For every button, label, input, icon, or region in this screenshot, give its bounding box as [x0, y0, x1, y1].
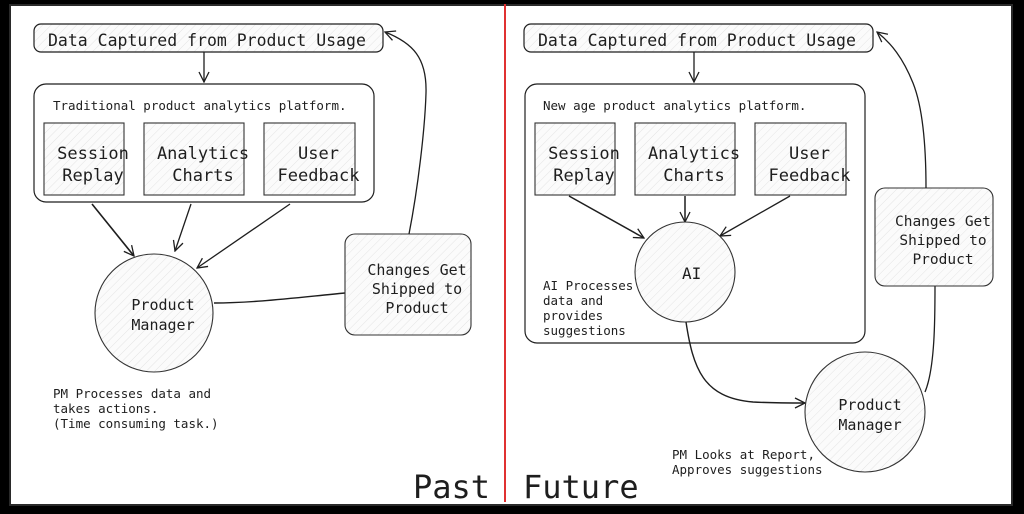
past-tool-session-replay: Session Replay [53, 143, 133, 187]
tool-label-line1: Analytics [647, 144, 741, 164]
note-line2: takes actions. [53, 401, 159, 416]
pm-label-line1: Product [838, 396, 902, 414]
future-tool-session-replay: Session Replay [544, 143, 624, 187]
past-section-label: Past [413, 468, 491, 506]
note-line1: PM Looks at Report, [672, 447, 815, 462]
future-platform-label: New age product analytics platform. [543, 98, 807, 113]
tool-label-line2: Feedback [277, 166, 360, 186]
future-pm-note: PM Looks at Report, Approves suggestions [672, 447, 823, 477]
note-line2: Approves suggestions [672, 462, 823, 477]
ship-label-line1: Changes Get [894, 214, 992, 230]
past-pm-label: Product Manager [103, 295, 223, 335]
future-pm-label: Product Manager [810, 395, 930, 435]
future-section-label: Future [523, 468, 639, 506]
past-pm-to-ship-connector [213, 292, 346, 304]
past-ship-label: Changes Get Shipped to Product [354, 261, 480, 318]
tool-label-line1: User [298, 144, 339, 164]
tool-label-line2: Replay [553, 166, 615, 186]
future-tool-analytics-charts: Analytics Charts [644, 143, 744, 187]
diagram-canvas: Data Captured from Product Usage Traditi… [9, 4, 1013, 506]
past-pm-note: PM Processes data and takes actions. (Ti… [53, 386, 219, 431]
past-tool-analytics-charts: Analytics Charts [153, 143, 253, 187]
future-pm-to-ship-connector [924, 284, 936, 393]
ship-label-line3: Product [912, 252, 974, 268]
past-ship-to-source-arrow [385, 32, 427, 235]
ship-label-line3: Product [385, 299, 449, 317]
tool-label-line2: Replay [62, 166, 124, 186]
future-tool-user-feedback: User Feedback [764, 143, 855, 187]
ship-label-line1: Changes Get [367, 261, 467, 279]
tool-label-line1: User [789, 144, 830, 164]
ship-label-line2: Shipped to [899, 233, 987, 249]
pm-label-line1: Product [131, 296, 195, 314]
past-arrow-charts-to-pm [175, 203, 192, 251]
tool-label-line2: Charts [172, 166, 234, 186]
tool-label-line1: Session [548, 144, 620, 164]
past-tool-user-feedback: User Feedback [273, 143, 364, 187]
note-line1: AI Processes [543, 278, 634, 293]
note-line1: PM Processes data and [53, 386, 212, 401]
tool-label-line2: Feedback [768, 166, 851, 186]
past-source-box-label: Data Captured from Product Usage [48, 31, 366, 50]
diagram-shapes [33, 4, 994, 502]
tool-label-line1: Session [57, 144, 129, 164]
future-ai-label: AI [682, 264, 702, 283]
past-platform-label: Traditional product analytics platform. [53, 98, 347, 113]
past-arrow-feedback-to-pm [197, 203, 291, 268]
ship-label-line2: Shipped to [371, 280, 463, 298]
note-line3: provides [543, 308, 604, 323]
tool-label-line1: Analytics [156, 144, 250, 164]
note-line4: suggestions [543, 323, 626, 338]
future-ai-note: AI Processes data and provides suggestio… [543, 278, 633, 338]
tool-label-line2: Charts [663, 166, 725, 186]
future-ship-to-source-arrow [877, 32, 927, 189]
pm-label-line2: Manager [131, 316, 195, 334]
future-source-box-label: Data Captured from Product Usage [538, 31, 856, 50]
future-ship-label: Changes Get Shipped to Product [884, 213, 1002, 270]
note-line2: data and [543, 293, 604, 308]
pm-label-line2: Manager [838, 416, 902, 434]
note-line3: (Time consuming task.) [53, 416, 219, 431]
past-arrow-session-to-pm [91, 203, 134, 256]
